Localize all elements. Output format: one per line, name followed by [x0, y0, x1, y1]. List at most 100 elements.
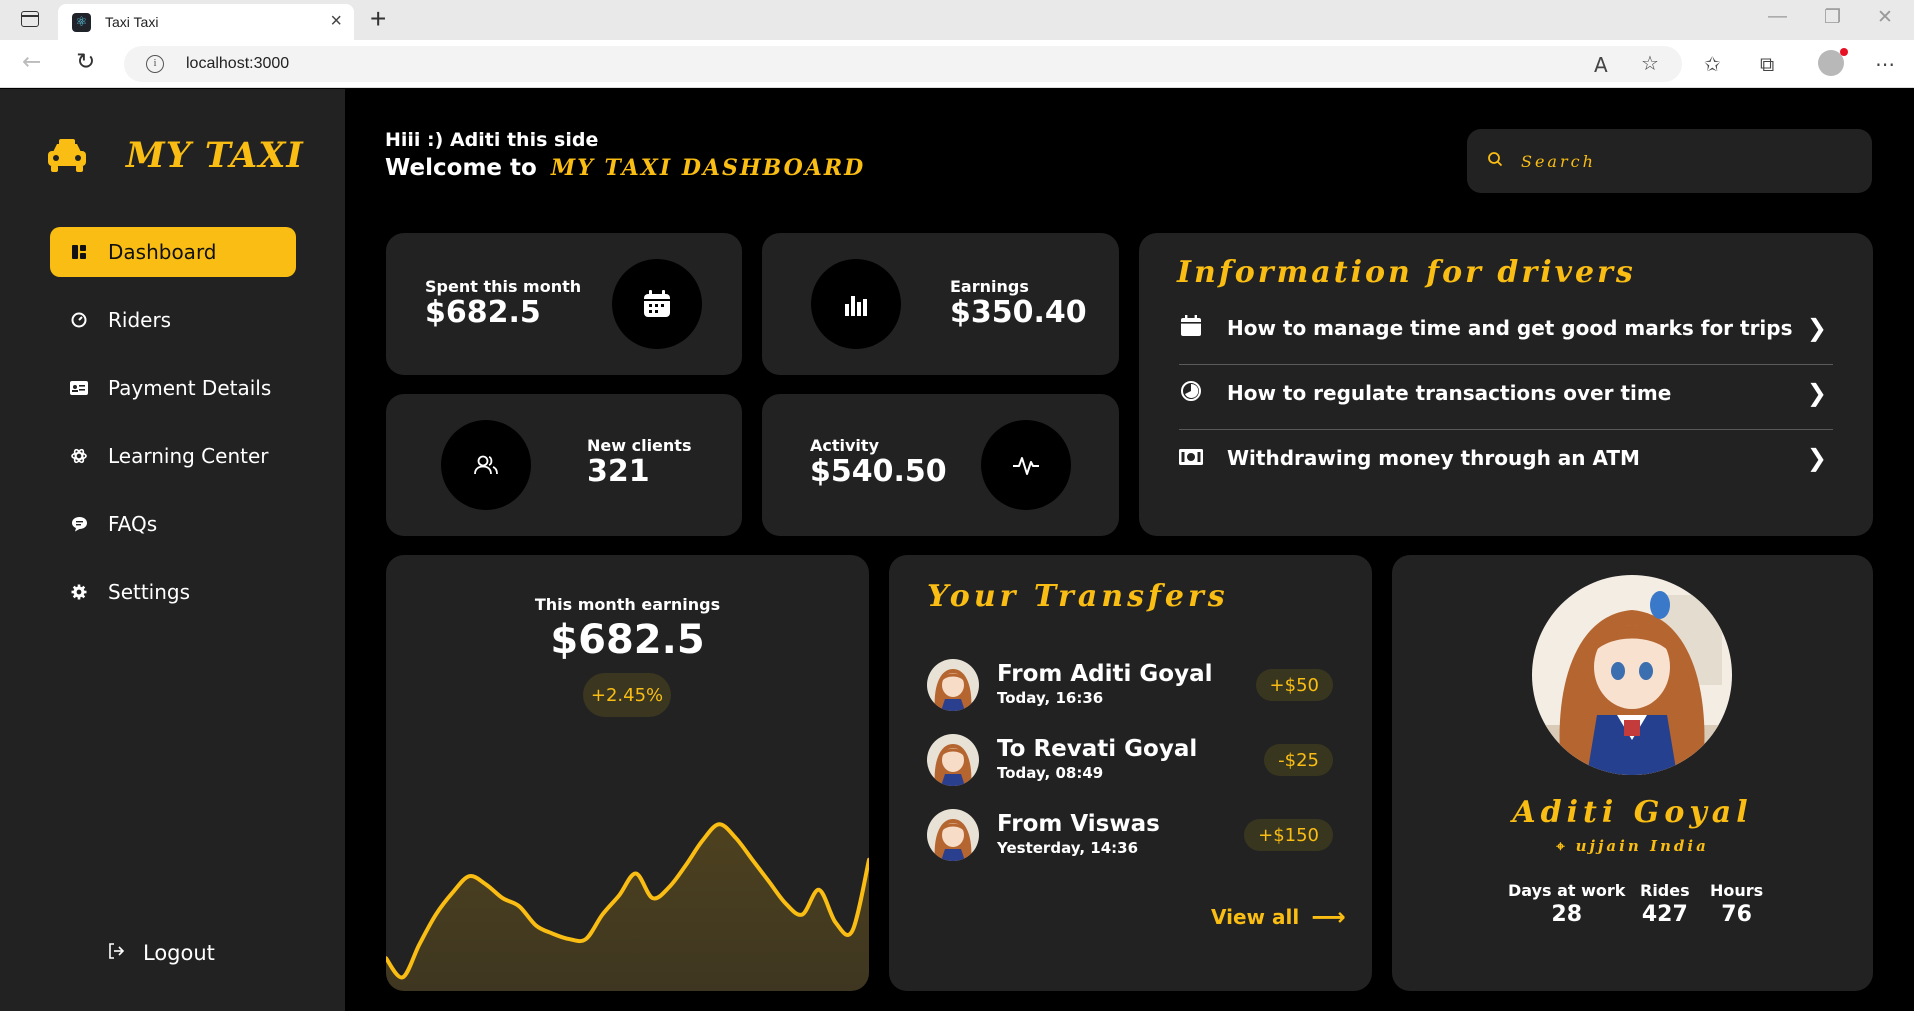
- search-placeholder: Search: [1521, 151, 1596, 171]
- profile-card: Aditi Goyal ⌖ ujjain India Days at work 2…: [1392, 555, 1873, 991]
- stat-value: 28: [1551, 902, 1583, 927]
- greeting-text: Hiii :) Aditi this side: [385, 129, 599, 151]
- month-earnings-card: This month earnings $682.5 +2.45%: [386, 555, 869, 991]
- pulse-icon: [981, 420, 1071, 510]
- browser-tab[interactable]: ⚛ Taxi Taxi ×: [58, 4, 354, 40]
- transfer-row[interactable]: To Revati Goyal Today, 08:49 -$25: [927, 734, 1333, 786]
- gear-icon: [70, 583, 88, 601]
- driver-info-text: Withdrawing money through an ATM: [1227, 446, 1640, 470]
- profile-avatar: [1532, 575, 1732, 775]
- transfers-title: Your Transfers: [927, 579, 1229, 614]
- window-close-icon[interactable]: ✕: [1877, 6, 1893, 29]
- more-menu-icon[interactable]: ⋯: [1875, 52, 1895, 76]
- location-text: ujjain India: [1575, 837, 1709, 855]
- view-all-link[interactable]: View all ⟶: [1211, 903, 1346, 931]
- view-all-label: View all: [1211, 905, 1300, 929]
- profile-avatar-icon[interactable]: [1818, 48, 1848, 76]
- restore-icon[interactable]: ❐: [1824, 6, 1841, 29]
- earnings-label: Earnings: [950, 277, 1029, 296]
- driver-info-card: Information for drivers How to manage ti…: [1139, 233, 1873, 536]
- transfer-time: Today, 16:36: [997, 689, 1104, 707]
- logout-label: Logout: [143, 941, 215, 965]
- chart-area-fill: [386, 824, 869, 991]
- activity-card: Activity $540.50: [762, 394, 1119, 536]
- driver-info-item[interactable]: How to regulate transactions over time ❯: [1179, 361, 1833, 425]
- stat-label: Rides: [1640, 881, 1690, 900]
- sidebar-item-label: Payment Details: [108, 376, 272, 400]
- sidebar: MY TAXI Dashboard Riders Payment Details…: [0, 89, 345, 1011]
- collections-icon[interactable]: ⧉: [1760, 52, 1774, 76]
- new-clients-label: New clients: [587, 436, 692, 455]
- chat-bubble-icon: [70, 515, 88, 533]
- transfer-amount: +$50: [1255, 669, 1333, 701]
- sidebar-item-label: Settings: [108, 580, 191, 604]
- tab-actions-icon[interactable]: [21, 11, 39, 27]
- search-input[interactable]: Search: [1467, 129, 1872, 193]
- profile-stat-days: Days at work 28: [1508, 881, 1625, 927]
- sidebar-item-learning-center[interactable]: Learning Center: [50, 431, 296, 481]
- avatar: [927, 659, 979, 711]
- sidebar-item-faqs[interactable]: FAQs: [50, 499, 296, 549]
- transfer-row[interactable]: From Viswas Yesterday, 14:36 +$150: [927, 809, 1333, 861]
- new-tab-button[interactable]: +: [370, 3, 386, 35]
- transfer-time: Yesterday, 14:36: [997, 839, 1139, 857]
- sidebar-item-payment-details[interactable]: Payment Details: [50, 363, 296, 413]
- transfer-name: To Revati Goyal: [997, 736, 1198, 762]
- transfer-name: From Viswas: [997, 811, 1160, 837]
- driver-info-item[interactable]: How to manage time and get good marks fo…: [1179, 296, 1833, 360]
- brand[interactable]: MY TAXI: [46, 135, 304, 176]
- id-card-icon: [70, 379, 88, 397]
- sidebar-item-dashboard[interactable]: Dashboard: [50, 227, 296, 277]
- logout-button[interactable]: Logout: [107, 941, 215, 965]
- spent-card: Spent this month $682.5: [386, 233, 742, 375]
- chevron-right-icon: ❯: [1806, 314, 1827, 342]
- activity-value: $540.50: [810, 454, 947, 489]
- welcome-heading: Welcome to MY TAXI DASHBOARD: [385, 155, 865, 181]
- calendar-icon: [1179, 314, 1203, 342]
- sidebar-item-label: Dashboard: [108, 240, 217, 264]
- spent-value: $682.5: [425, 295, 541, 330]
- users-icon: [441, 420, 531, 510]
- minimize-icon[interactable]: —: [1768, 6, 1787, 28]
- chevron-right-icon: ❯: [1806, 444, 1827, 472]
- dashboard-icon: [70, 243, 88, 261]
- brand-name: MY TAXI: [126, 135, 304, 176]
- earnings-area-chart: [386, 822, 869, 991]
- arrow-right-icon: ⟶: [1311, 903, 1346, 931]
- calendar-icon: [612, 259, 702, 349]
- clock-icon: [1179, 380, 1203, 407]
- driver-info-text: How to manage time and get good marks fo…: [1227, 316, 1793, 340]
- welcome-text: Welcome to: [385, 155, 537, 181]
- profile-stat-hours: Hours 76: [1710, 881, 1763, 927]
- search-icon: [1487, 151, 1503, 172]
- new-clients-value: 321: [587, 454, 650, 489]
- main-content: Hiii :) Aditi this side Welcome to MY TA…: [345, 89, 1914, 1011]
- back-icon[interactable]: ←: [22, 49, 41, 75]
- site-info-icon[interactable]: i: [146, 55, 164, 73]
- transfer-name: From Aditi Goyal: [997, 661, 1213, 687]
- transfer-time: Today, 08:49: [997, 764, 1104, 782]
- earnings-value: $350.40: [950, 295, 1087, 330]
- sidebar-item-riders[interactable]: Riders: [50, 295, 296, 345]
- driver-info-item[interactable]: Withdrawing money through an ATM ❯: [1179, 426, 1833, 490]
- gauge-icon: [70, 311, 88, 329]
- favorites-icon[interactable]: ✩: [1704, 52, 1721, 76]
- sidebar-item-settings[interactable]: Settings: [50, 567, 296, 617]
- favorite-star-icon[interactable]: ☆: [1641, 51, 1659, 75]
- refresh-icon[interactable]: ↻: [76, 49, 95, 75]
- stat-label: Days at work: [1508, 881, 1626, 900]
- profile-name: Aditi Goyal: [1512, 795, 1753, 830]
- transfer-amount: -$25: [1264, 744, 1333, 776]
- welcome-highlight: MY TAXI DASHBOARD: [550, 155, 866, 181]
- profile-location: ⌖ ujjain India: [1392, 837, 1873, 855]
- react-favicon-icon: ⚛: [72, 13, 91, 32]
- stat-value: 76: [1721, 902, 1752, 927]
- read-aloud-icon[interactable]: A: [1594, 53, 1608, 77]
- transfer-row[interactable]: From Aditi Goyal Today, 16:36 +$50: [927, 659, 1333, 711]
- url-field[interactable]: i localhost:3000 A ☆: [124, 46, 1682, 82]
- tab-close-icon[interactable]: ×: [330, 10, 342, 33]
- taxi-icon: [48, 138, 86, 172]
- driver-info-title: Information for drivers: [1177, 255, 1636, 290]
- url-text: localhost:3000: [186, 55, 290, 72]
- money-icon: [1179, 446, 1203, 470]
